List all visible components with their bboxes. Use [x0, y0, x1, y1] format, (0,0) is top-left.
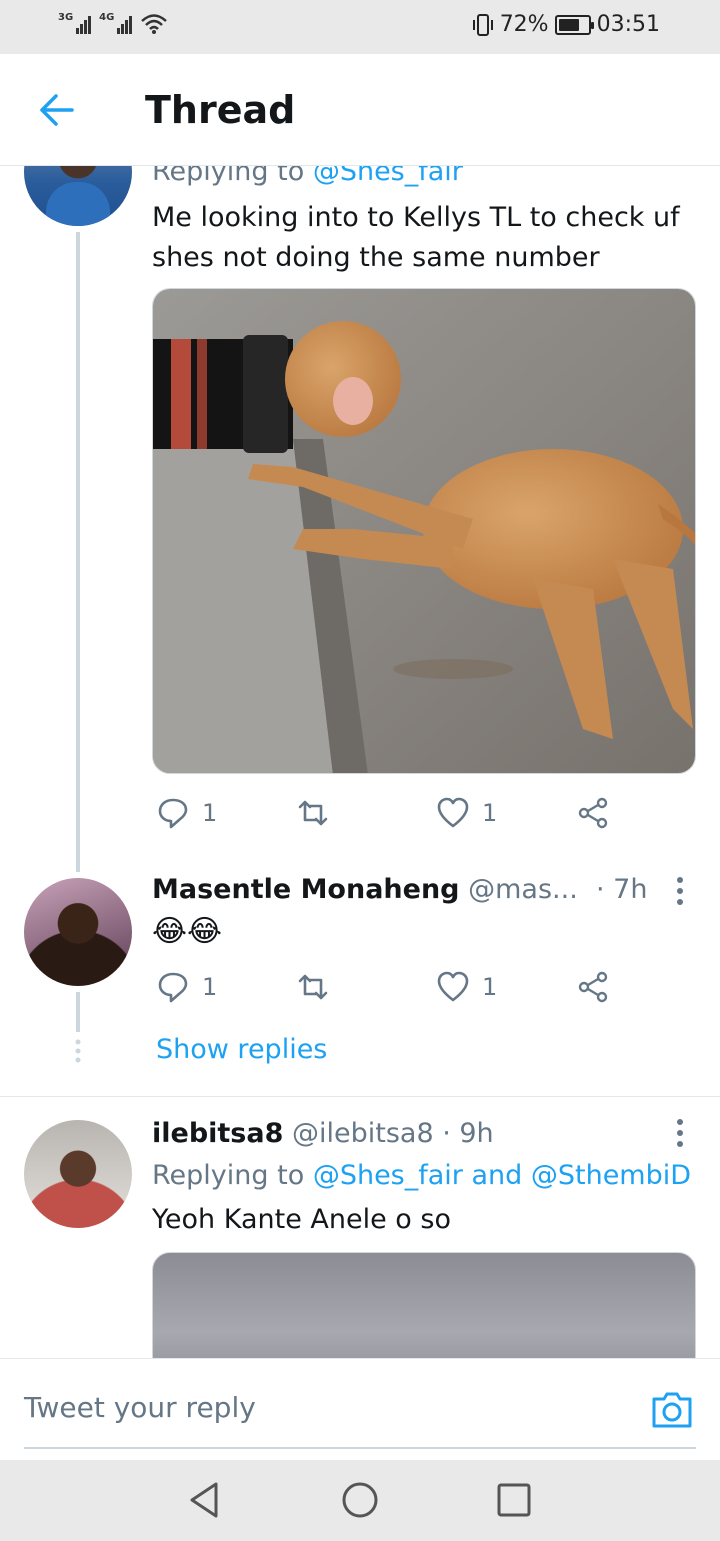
battery-icon [554, 14, 594, 35]
camera-icon[interactable] [650, 1387, 694, 1431]
signal-3g-icon: 3G [58, 12, 92, 34]
recents-square-icon[interactable] [494, 1480, 534, 1520]
home-circle-icon[interactable] [340, 1480, 380, 1520]
back-triangle-icon[interactable] [186, 1480, 226, 1520]
reply-icon [158, 972, 188, 1003]
system-nav-bar [0, 1460, 720, 1541]
display-name[interactable]: ilebitsa8 [152, 1118, 283, 1149]
more-options-icon[interactable] [676, 1118, 684, 1148]
handle: @mas... [468, 874, 578, 905]
retweet-icon [298, 800, 328, 826]
like-button[interactable]: 1 [436, 796, 497, 830]
like-button[interactable]: 1 [436, 970, 497, 1004]
thread-feed[interactable]: Replying to @Shes_fair Me looking into t… [0, 166, 720, 1358]
tweet-photo[interactable] [152, 1252, 696, 1358]
tweet-text: Me looking into to Kellys TL to check uf… [152, 202, 680, 273]
timestamp: · 9h [442, 1118, 494, 1149]
reply-button[interactable]: 1 [156, 796, 217, 830]
tweet-text: Yeoh Kante Anele o so [152, 1204, 451, 1235]
handle: @ilebitsa8 [291, 1118, 434, 1149]
avatar[interactable] [24, 878, 132, 986]
vibrate-icon [472, 13, 493, 36]
clock: 03:51 [596, 12, 660, 37]
heart-icon [437, 971, 469, 1002]
display-name[interactable]: Masentle Monaheng [152, 874, 460, 905]
avatar[interactable] [24, 166, 132, 226]
battery-percent: 72% [499, 12, 549, 37]
thread-connector [76, 232, 80, 872]
tweet-photo[interactable] [152, 288, 696, 774]
tweet-header: ilebitsa8 @ilebitsa8 · 9h [152, 1114, 494, 1154]
avatar[interactable] [24, 1120, 132, 1228]
replying-to: Replying to @Shes_fair and @SthembiD [152, 1160, 692, 1191]
retweet-button[interactable] [296, 796, 330, 830]
retweet-icon [298, 974, 328, 1000]
replying-to: Replying to @Shes_fair [152, 166, 463, 192]
more-options-icon[interactable] [676, 876, 684, 906]
tweet-header: Masentle Monaheng @mas... [152, 870, 672, 910]
divider [0, 1096, 720, 1097]
page-title: Thread [145, 88, 296, 132]
show-replies-link[interactable]: Show replies [156, 1030, 327, 1070]
reply-input[interactable]: Tweet your reply [24, 1391, 256, 1424]
thread-connector [76, 992, 80, 1032]
timestamp: · 7h [596, 874, 648, 905]
input-underline [24, 1447, 696, 1449]
retweet-button[interactable] [296, 970, 330, 1004]
share-button[interactable] [576, 796, 610, 830]
thread-dots-icon [75, 1039, 81, 1063]
top-app-bar: Thread [0, 54, 720, 166]
mention-link[interactable]: @Shes_fair and @SthembiD [313, 1160, 691, 1191]
monkey-camera-photo [153, 289, 695, 773]
tweet-text: 😂😂 [152, 914, 223, 949]
mention-link[interactable]: @Shes_fair [313, 166, 463, 187]
status-bar: 3G 4G 72% 03:51 [0, 0, 720, 54]
arrow-left-icon[interactable] [36, 90, 76, 130]
reply-icon [158, 798, 188, 829]
share-icon [578, 797, 608, 829]
wifi-icon [141, 14, 168, 34]
share-button[interactable] [576, 970, 610, 1004]
signal-4g-icon: 4G [99, 12, 133, 34]
reply-composer: Tweet your reply [0, 1358, 720, 1460]
reply-button[interactable]: 1 [156, 970, 217, 1004]
share-icon [578, 971, 608, 1003]
heart-icon [437, 797, 469, 828]
